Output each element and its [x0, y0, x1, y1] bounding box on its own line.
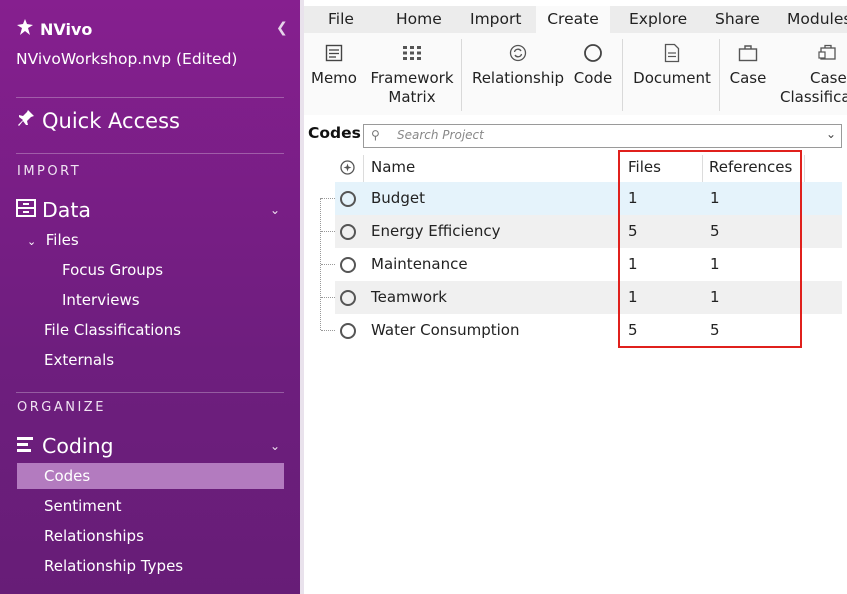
tab-explore[interactable]: Explore: [629, 6, 687, 33]
divider: [16, 392, 284, 393]
code-node-icon: [340, 323, 356, 339]
codes-panel-title: Codes: [308, 124, 361, 142]
sidebar-item-externals[interactable]: Externals: [44, 351, 114, 369]
divider: [16, 97, 284, 98]
quick-access-label: Quick Access: [42, 108, 180, 133]
search-icon: ⚲: [371, 128, 380, 142]
code-name: Water Consumption: [371, 321, 520, 339]
codes-toolbar: Codes ⚲ Search Project ⌄: [304, 118, 847, 150]
code-circle-icon: [570, 33, 616, 69]
column-separator: [804, 155, 805, 182]
document-label: Document: [633, 69, 711, 87]
ribbon-separator: [719, 39, 720, 111]
memo-label: Memo: [311, 69, 357, 87]
code-button[interactable]: Code: [570, 33, 616, 88]
framework-label-line2: Matrix: [388, 88, 436, 106]
highlight-annotation-box: [618, 150, 802, 348]
divider: [16, 153, 284, 154]
add-column-icon[interactable]: [340, 160, 355, 179]
case-classification-icon: [780, 33, 847, 69]
code-name: Maintenance: [371, 255, 468, 273]
code-name: Budget: [371, 189, 425, 207]
code-node-icon: [340, 224, 356, 240]
code-node-icon: [340, 191, 356, 207]
code-label: Code: [573, 69, 613, 87]
case-classification-label-line2: Classifica: [780, 88, 847, 106]
column-separator: [363, 155, 364, 182]
sidebar-item-focus-groups[interactable]: Focus Groups: [62, 261, 163, 279]
code-node-icon: [340, 257, 356, 273]
tab-import[interactable]: Import: [470, 6, 521, 33]
ribbon-separator: [622, 39, 623, 111]
coding-chevron-down-icon[interactable]: ⌄: [270, 439, 280, 453]
files-label: Files: [45, 231, 79, 249]
briefcase-icon: [725, 33, 771, 69]
tab-share[interactable]: Share: [715, 6, 760, 33]
tab-file[interactable]: File: [328, 6, 354, 33]
chevron-down-icon[interactable]: ⌄: [826, 127, 836, 141]
quick-access-link[interactable]: Quick Access: [16, 108, 180, 133]
sidebar-item-sentiment[interactable]: Sentiment: [44, 497, 122, 515]
data-label: Data: [42, 198, 91, 222]
app-name: NVivo: [40, 19, 93, 39]
project-name: NVivoWorkshop.nvp (Edited): [16, 50, 238, 68]
import-section-header: IMPORT: [17, 164, 82, 179]
sidebar-item-relationships[interactable]: Relationships: [44, 527, 144, 545]
sidebar-item-relationship-types[interactable]: Relationship Types: [44, 557, 183, 575]
column-header-name[interactable]: Name: [371, 158, 415, 176]
tab-modules[interactable]: Modules: [787, 6, 847, 33]
data-icon: [16, 198, 36, 222]
document-icon: [630, 33, 714, 69]
sidebar-item-interviews[interactable]: Interviews: [62, 291, 140, 309]
data-section[interactable]: Data: [16, 198, 91, 222]
data-chevron-down-icon[interactable]: ⌄: [270, 203, 280, 217]
app-logo: NVivo: [16, 18, 92, 40]
organize-section-header: ORGANIZE: [17, 400, 106, 415]
relationship-button[interactable]: Relationship: [470, 33, 566, 88]
sidebar-item-files[interactable]: ⌄ Files: [27, 231, 79, 249]
case-classification-label-line1: Case: [810, 69, 847, 87]
case-classification-button[interactable]: Case Classifica: [778, 33, 847, 107]
code-node-icon: [340, 290, 356, 306]
ribbon-toolbar: Memo Framework Matrix Relationship Code …: [304, 33, 847, 115]
search-placeholder: Search Project: [397, 128, 484, 142]
collapse-sidebar-button[interactable]: ❮: [276, 20, 288, 36]
chevron-down-icon: ⌄: [27, 235, 37, 248]
grid-icon: [368, 33, 456, 69]
pin-icon: [16, 108, 36, 133]
tab-create[interactable]: Create: [536, 6, 610, 33]
relationship-label: Relationship: [471, 69, 565, 87]
sidebar-item-file-classifications[interactable]: File Classifications: [44, 321, 181, 339]
tab-home[interactable]: Home: [396, 6, 442, 33]
memo-button[interactable]: Memo: [308, 33, 360, 88]
case-label: Case: [729, 69, 767, 87]
ribbon-separator: [461, 39, 462, 111]
search-input[interactable]: ⚲ Search Project ⌄: [363, 124, 842, 148]
code-name: Energy Efficiency: [371, 222, 501, 240]
sidebar-item-codes[interactable]: Codes: [17, 463, 284, 489]
coding-icon: [16, 434, 36, 458]
code-name: Teamwork: [371, 288, 447, 306]
coding-label: Coding: [42, 434, 114, 458]
document-button[interactable]: Document: [630, 33, 714, 88]
nvivo-logo-icon: [16, 18, 34, 40]
framework-label-line1: Framework: [370, 69, 454, 87]
memo-icon: [308, 33, 360, 69]
relationship-icon: [470, 33, 566, 69]
coding-section[interactable]: Coding: [16, 434, 114, 458]
case-button[interactable]: Case: [725, 33, 771, 88]
navigation-sidebar: NVivo ❮ NVivoWorkshop.nvp (Edited) Quick…: [0, 0, 300, 594]
framework-matrix-button[interactable]: Framework Matrix: [368, 33, 456, 107]
ribbon-tab-bar: File Home Import Create Explore Share Mo…: [304, 6, 847, 33]
